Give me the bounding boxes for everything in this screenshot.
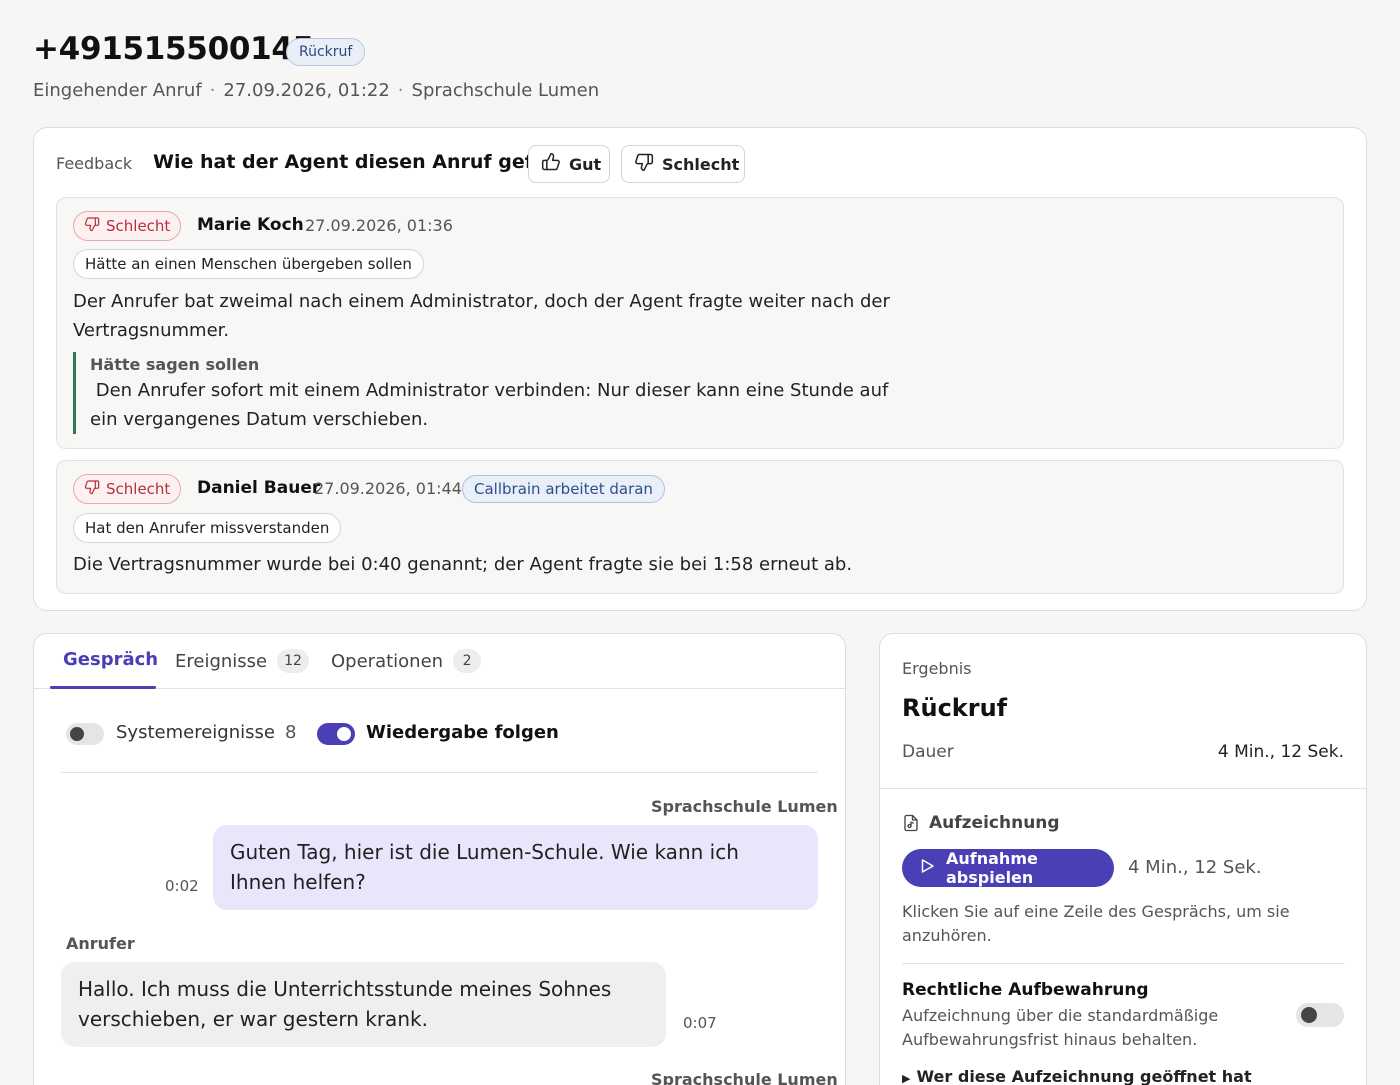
rating-chip-bad: Schlecht bbox=[73, 211, 182, 241]
tab-label: Ereignisse bbox=[175, 650, 268, 672]
recording-length: 4 Min., 12 Sek. bbox=[1128, 857, 1262, 878]
message-speaker: Anrufer bbox=[66, 934, 135, 953]
rating-label: Schlecht bbox=[106, 217, 171, 235]
legal-hold-toggle[interactable] bbox=[1296, 1003, 1344, 1027]
message-time: 0:07 bbox=[683, 1014, 717, 1032]
tab-count-badge: 2 bbox=[453, 649, 482, 673]
rating-label: Schlecht bbox=[106, 480, 171, 498]
thumbs-up-label: Gut bbox=[569, 154, 602, 174]
legal-hold-title: Rechtliche Aufbewahrung bbox=[902, 980, 1149, 1000]
recording-file-icon bbox=[902, 813, 920, 833]
active-tab-indicator bbox=[50, 686, 156, 689]
follow-playback-label: Wiedergabe folgen bbox=[366, 722, 559, 743]
play-icon bbox=[918, 857, 936, 879]
tab-operations[interactable]: Operationen 2 bbox=[331, 649, 482, 673]
toolbar-divider bbox=[61, 772, 818, 773]
feedback-text: Der Anrufer bat zweimal nach einem Admin… bbox=[73, 291, 890, 341]
status-badge: Rückruf bbox=[286, 38, 366, 66]
access-log-label: Wer diese Aufzeichnung geöffnet hat bbox=[916, 1067, 1252, 1085]
should-have-said-label: Hätte sagen sollen bbox=[90, 355, 260, 374]
work-status-badge: Callbrain arbeitet daran bbox=[462, 475, 665, 503]
agent-message-bubble[interactable]: Guten Tag, hier ist die Lumen-Schule. Wi… bbox=[213, 825, 818, 910]
tab-events[interactable]: Ereignisse 12 bbox=[175, 649, 309, 673]
feedback-reason-tag: Hätte an einen Menschen übergeben sollen bbox=[73, 249, 424, 279]
message-speaker: Sprachschule Lumen bbox=[651, 797, 838, 816]
recording-label: Aufzeichnung bbox=[929, 813, 1060, 833]
tab-conversation[interactable]: Gespräch bbox=[63, 649, 158, 670]
phone-number: +491515500145 bbox=[33, 31, 314, 67]
feedback-question: Wie hat der Agent diesen Anruf geführt? bbox=[153, 151, 590, 173]
feedback-label: Feedback bbox=[56, 154, 133, 173]
thumbs-down-icon bbox=[634, 152, 654, 176]
call-direction: Eingehender Anruf bbox=[33, 80, 202, 101]
feedback-reason-tag: Hat den Anrufer missverstanden bbox=[73, 513, 342, 543]
call-meta: Eingehender Anruf · 27.09.2026, 01:22 · Spra… bbox=[33, 80, 600, 101]
tab-label: Gespräch bbox=[63, 649, 159, 670]
tab-label: Operationen bbox=[331, 650, 444, 672]
play-label: Aufnahme abspielen bbox=[946, 849, 1038, 887]
duration-value: 4 Min., 12 Sek. bbox=[1217, 742, 1344, 762]
section-divider bbox=[902, 963, 1345, 964]
play-recording-button[interactable]: Aufnahme abspielen bbox=[902, 849, 1114, 887]
disclosure-triangle-icon: ▶ bbox=[902, 1072, 911, 1085]
system-events-label: Systemereignisse 8 bbox=[116, 722, 297, 743]
feedback-author: Marie Koch bbox=[197, 215, 304, 235]
feedback-timestamp: 27.09.2026, 01:36 bbox=[305, 216, 453, 235]
thumbs-down-label: Schlecht bbox=[662, 154, 740, 174]
duration-label: Dauer bbox=[902, 742, 954, 762]
call-org: Sprachschule Lumen bbox=[411, 80, 600, 101]
recording-hint: Klicken Sie auf eine Zeile des Gesprächs… bbox=[902, 902, 1290, 945]
thumbs-down-button[interactable]: Schlecht bbox=[621, 145, 745, 183]
legal-hold-description: Aufzeichnung über die standardmäßige Auf… bbox=[902, 1006, 1219, 1049]
feedback-text: Die Vertragsnummer wurde bei 0:40 genann… bbox=[73, 554, 853, 575]
feedback-timestamp: 27.09.2026, 01:44 bbox=[314, 479, 462, 498]
result-title: Rückruf bbox=[902, 694, 1008, 722]
follow-playback-toggle[interactable] bbox=[317, 723, 355, 745]
message-speaker: Sprachschule Lumen bbox=[651, 1070, 838, 1085]
feedback-author: Daniel Bauer bbox=[197, 478, 321, 498]
thumbs-down-icon bbox=[84, 216, 100, 236]
access-log-disclosure[interactable]: ▶ Wer diese Aufzeichnung geöffnet hat bbox=[902, 1067, 1252, 1085]
message-time: 0:02 bbox=[165, 877, 199, 895]
result-label: Ergebnis bbox=[902, 659, 972, 678]
rating-chip-bad: Schlecht bbox=[73, 474, 182, 504]
should-have-said-text: Den Anrufer sofort mit einem Administrat… bbox=[90, 380, 895, 430]
thumbs-down-icon bbox=[84, 479, 100, 499]
result-divider bbox=[880, 788, 1366, 789]
caller-message-bubble[interactable]: Hallo. Ich muss die Unterrichtsstunde me… bbox=[61, 962, 666, 1047]
system-events-toggle[interactable] bbox=[66, 723, 104, 745]
thumbs-up-button[interactable]: Gut bbox=[528, 145, 610, 183]
tab-count-badge: 12 bbox=[277, 649, 309, 673]
call-datetime: 27.09.2026, 01:22 bbox=[223, 80, 390, 101]
thumbs-up-icon bbox=[541, 152, 561, 176]
